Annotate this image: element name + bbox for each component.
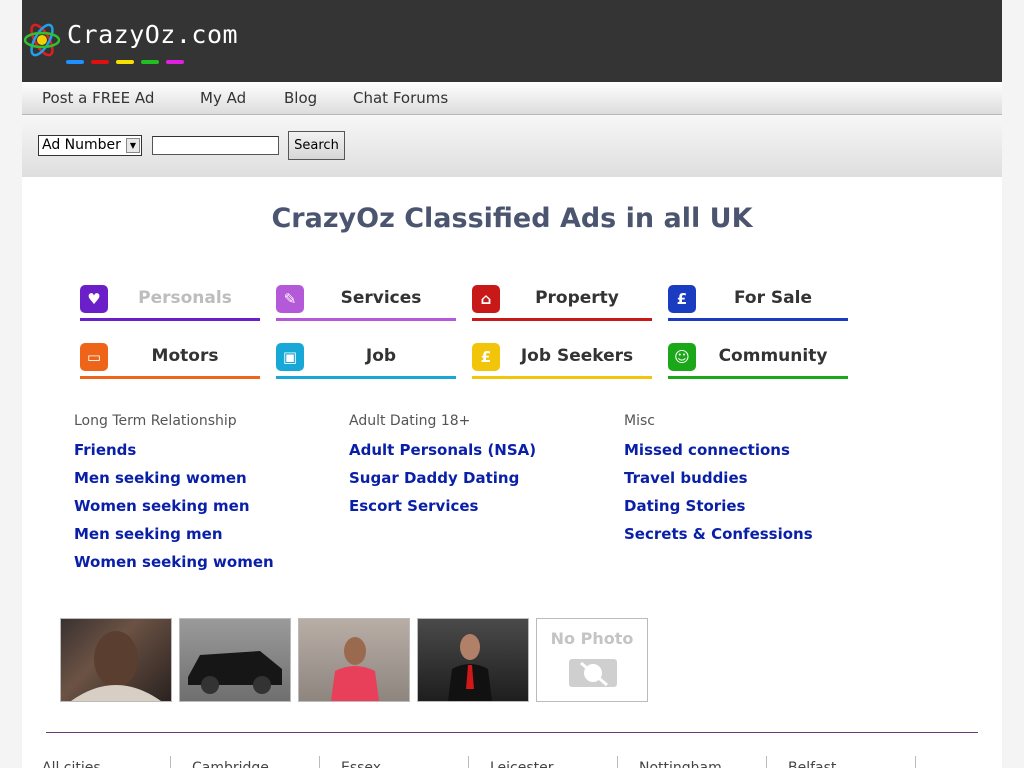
ad-thumbnail-photo[interactable] — [298, 618, 410, 702]
link-men-seeking-men[interactable]: Men seeking men — [74, 525, 223, 543]
link-missed-connections[interactable]: Missed connections — [624, 441, 790, 459]
car-icon: ▭ — [80, 343, 108, 371]
link-adult-personals[interactable]: Adult Personals (NSA) — [349, 441, 536, 459]
house-icon: ⌂ — [472, 285, 500, 313]
location-link[interactable]: Belfast — [788, 760, 836, 768]
smiley-icon: ☺ — [668, 343, 696, 371]
link-sugar-daddy-dating[interactable]: Sugar Daddy Dating — [349, 469, 519, 487]
briefcase-icon: ▣ — [276, 343, 304, 371]
category-underline — [80, 318, 260, 321]
logo-dash-red — [91, 60, 109, 64]
heart-icon: ♥ — [80, 285, 108, 313]
link-dating-stories[interactable]: Dating Stories — [624, 497, 745, 515]
category-job[interactable]: ▣ Job — [276, 343, 456, 379]
location-link[interactable]: Nottingham — [639, 760, 722, 768]
ad-thumbnail-no-photo[interactable]: No Photo — [536, 618, 648, 702]
location-separator — [766, 756, 767, 768]
logo-dash-magenta — [166, 60, 184, 64]
search-input[interactable] — [152, 136, 279, 155]
link-travel-buddies[interactable]: Travel buddies — [624, 469, 748, 487]
category-underline — [472, 318, 652, 321]
location-link[interactable]: Cambridge — [192, 760, 269, 768]
search-bar: Ad Number ▼ Search — [22, 115, 1002, 177]
atom-logo-icon — [23, 23, 61, 57]
logo-dash-yellow — [116, 60, 134, 64]
location-link[interactable]: Essex — [341, 760, 381, 768]
location-separator — [468, 756, 469, 768]
location-separator — [319, 756, 320, 768]
category-job-seekers[interactable]: £ Job Seekers — [472, 343, 652, 379]
search-button[interactable]: Search — [288, 131, 345, 160]
car-photo-placeholder — [188, 651, 282, 694]
category-community[interactable]: ☺ Community — [668, 343, 848, 379]
category-personals[interactable]: ♥ Personals — [80, 285, 260, 321]
nav-post-free-ad[interactable]: Post a FREE Ad — [42, 89, 154, 107]
page-container: CrazyOz.com Post a FREE Ad My Ad Blog Ch… — [22, 0, 1002, 768]
person-photo-placeholder — [448, 634, 492, 701]
link-escort-services[interactable]: Escort Services — [349, 497, 478, 515]
no-camera-icon — [569, 659, 617, 687]
money-bag-icon: £ — [472, 343, 500, 371]
category-label: For Sale — [734, 288, 812, 308]
section-divider — [46, 732, 978, 733]
column-heading-misc: Misc — [624, 413, 655, 429]
category-label: Motors — [151, 346, 219, 366]
nav-blog[interactable]: Blog — [284, 89, 317, 107]
link-friends[interactable]: Friends — [74, 441, 136, 459]
pound-badge-icon: £ — [668, 285, 696, 313]
category-underline — [668, 318, 848, 321]
logo-dash-blue — [66, 60, 84, 64]
location-separator — [915, 756, 916, 768]
category-label: Job — [365, 346, 397, 366]
category-label: Property — [535, 288, 619, 308]
search-type-value: Ad Number — [42, 137, 121, 153]
category-underline — [276, 376, 456, 379]
link-men-seeking-women[interactable]: Men seeking women — [74, 469, 247, 487]
search-type-select[interactable]: Ad Number ▼ — [38, 135, 142, 156]
main-nav: Post a FREE Ad My Ad Blog Chat Forums — [22, 82, 1002, 115]
category-label: Job Seekers — [520, 346, 634, 366]
category-motors[interactable]: ▭ Motors — [80, 343, 260, 379]
category-underline — [80, 376, 260, 379]
logo-dash-green — [141, 60, 159, 64]
link-secrets-confessions[interactable]: Secrets & Confessions — [624, 525, 813, 543]
location-separator — [617, 756, 618, 768]
nav-my-ad[interactable]: My Ad — [200, 89, 246, 107]
category-services[interactable]: ✎ Services — [276, 285, 456, 321]
category-underline — [276, 318, 456, 321]
header-bar: CrazyOz.com — [22, 0, 1002, 82]
category-underline — [668, 376, 848, 379]
category-property[interactable]: ⌂ Property — [472, 285, 652, 321]
category-underline — [472, 376, 652, 379]
location-link[interactable]: All cities — [42, 760, 101, 768]
location-separator — [170, 756, 171, 768]
ad-thumbnail-photo[interactable] — [417, 618, 529, 702]
wrench-icon: ✎ — [276, 285, 304, 313]
category-label: Personals — [138, 288, 232, 308]
ad-thumbnail-photo[interactable] — [179, 618, 291, 702]
site-logo[interactable]: CrazyOz.com — [22, 14, 262, 70]
link-women-seeking-women[interactable]: Women seeking women — [74, 553, 274, 571]
chevron-down-icon[interactable]: ▼ — [126, 138, 140, 153]
logo-text: CrazyOz.com — [67, 20, 239, 49]
ad-thumbnail-photo[interactable] — [60, 618, 172, 702]
link-women-seeking-men[interactable]: Women seeking men — [74, 497, 250, 515]
person-photo-placeholder — [331, 637, 379, 701]
category-label: Community — [718, 346, 828, 366]
page-title: CrazyOz Classified Ads in all UK — [271, 203, 753, 234]
column-heading-long-term: Long Term Relationship — [74, 413, 237, 429]
category-label: Services — [340, 288, 422, 308]
column-heading-adult-dating: Adult Dating 18+ — [349, 413, 471, 429]
category-for-sale[interactable]: £ For Sale — [668, 285, 848, 321]
nav-chat-forums[interactable]: Chat Forums — [353, 89, 448, 107]
person-photo-placeholder — [71, 631, 161, 701]
location-link[interactable]: Leicester — [490, 760, 554, 768]
